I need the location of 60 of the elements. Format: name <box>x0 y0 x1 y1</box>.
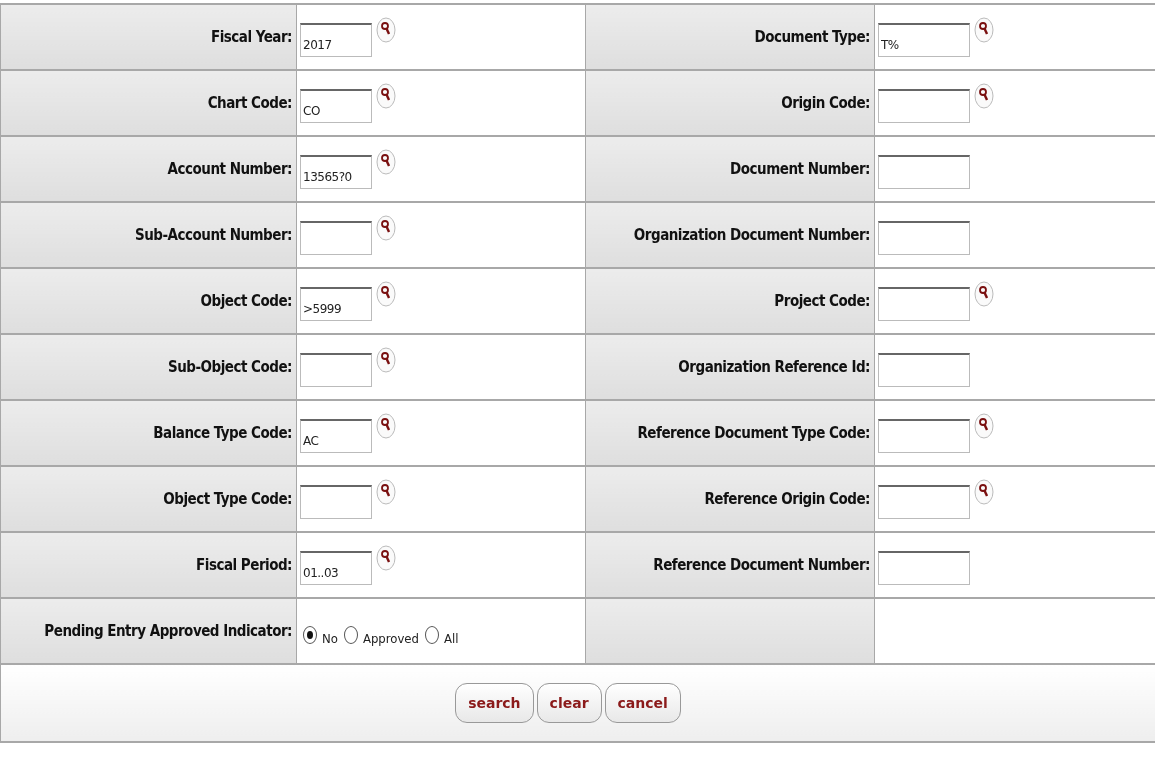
input-field[interactable] <box>878 419 970 453</box>
search-icon[interactable] <box>974 17 994 43</box>
search-icon[interactable] <box>974 479 994 505</box>
search-icon[interactable] <box>974 83 994 109</box>
input-field[interactable] <box>878 155 970 189</box>
input-field[interactable]: CO <box>300 89 372 123</box>
search-icon[interactable] <box>376 281 396 307</box>
search-icon[interactable] <box>376 479 396 505</box>
input-field[interactable] <box>878 353 970 387</box>
input-field[interactable] <box>878 551 970 585</box>
search-icon[interactable] <box>376 215 396 241</box>
field-label: Document Type: <box>754 28 870 46</box>
input-field[interactable] <box>300 353 372 387</box>
field-label: Object Code: <box>200 292 292 310</box>
field-label: Account Number: <box>167 160 292 178</box>
search-icon[interactable] <box>376 149 396 175</box>
field-label: Origin Code: <box>781 94 870 112</box>
action-button[interactable]: search <box>455 683 534 723</box>
field-label: Fiscal Period: <box>196 556 292 574</box>
search-icon[interactable] <box>376 83 396 109</box>
input-field[interactable]: 13565?0 <box>300 155 372 189</box>
input-field[interactable] <box>878 89 970 123</box>
radio-label: All <box>444 630 459 646</box>
radio-button[interactable] <box>303 626 317 644</box>
input-field[interactable] <box>878 485 970 519</box>
field-label: Reference Document Type Code: <box>637 424 870 442</box>
field-label: Pending Entry Approved Indicator: <box>44 622 292 640</box>
field-label: Fiscal Year: <box>211 28 292 46</box>
search-icon[interactable] <box>376 545 396 571</box>
input-field[interactable] <box>878 287 970 321</box>
input-field[interactable]: T% <box>878 23 970 57</box>
input-field[interactable]: 01..03 <box>300 551 372 585</box>
action-button[interactable]: clear <box>536 683 602 723</box>
field-label: Object Type Code: <box>163 490 292 508</box>
search-icon[interactable] <box>974 281 994 307</box>
field-label: Chart Code: <box>207 94 292 112</box>
search-icon[interactable] <box>376 413 396 439</box>
field-label: Document Number: <box>730 160 870 178</box>
search-icon[interactable] <box>376 17 396 43</box>
input-field[interactable]: 2017 <box>300 23 372 57</box>
field-label: Organization Document Number: <box>633 226 870 244</box>
field-label: Sub-Account Number: <box>135 226 292 244</box>
radio-label: No <box>322 630 338 646</box>
radio-label: Approved <box>362 630 419 646</box>
field-label: Reference Origin Code: <box>704 490 870 508</box>
field-label: Sub-Object Code: <box>167 358 292 376</box>
field-label: Project Code: <box>774 292 870 310</box>
radio-button[interactable] <box>425 626 439 644</box>
search-icon[interactable] <box>974 413 994 439</box>
input-field[interactable]: >5999 <box>300 287 372 321</box>
field-label: Organization Reference Id: <box>678 358 870 376</box>
input-field[interactable]: AC <box>300 419 372 453</box>
field-label: Balance Type Code: <box>153 424 292 442</box>
input-field[interactable] <box>878 221 970 255</box>
input-field[interactable] <box>300 221 372 255</box>
action-button[interactable]: cancel <box>604 683 681 723</box>
search-icon[interactable] <box>376 347 396 373</box>
radio-button[interactable] <box>343 626 358 644</box>
input-field[interactable] <box>300 485 372 519</box>
field-label: Reference Document Number: <box>653 556 870 574</box>
